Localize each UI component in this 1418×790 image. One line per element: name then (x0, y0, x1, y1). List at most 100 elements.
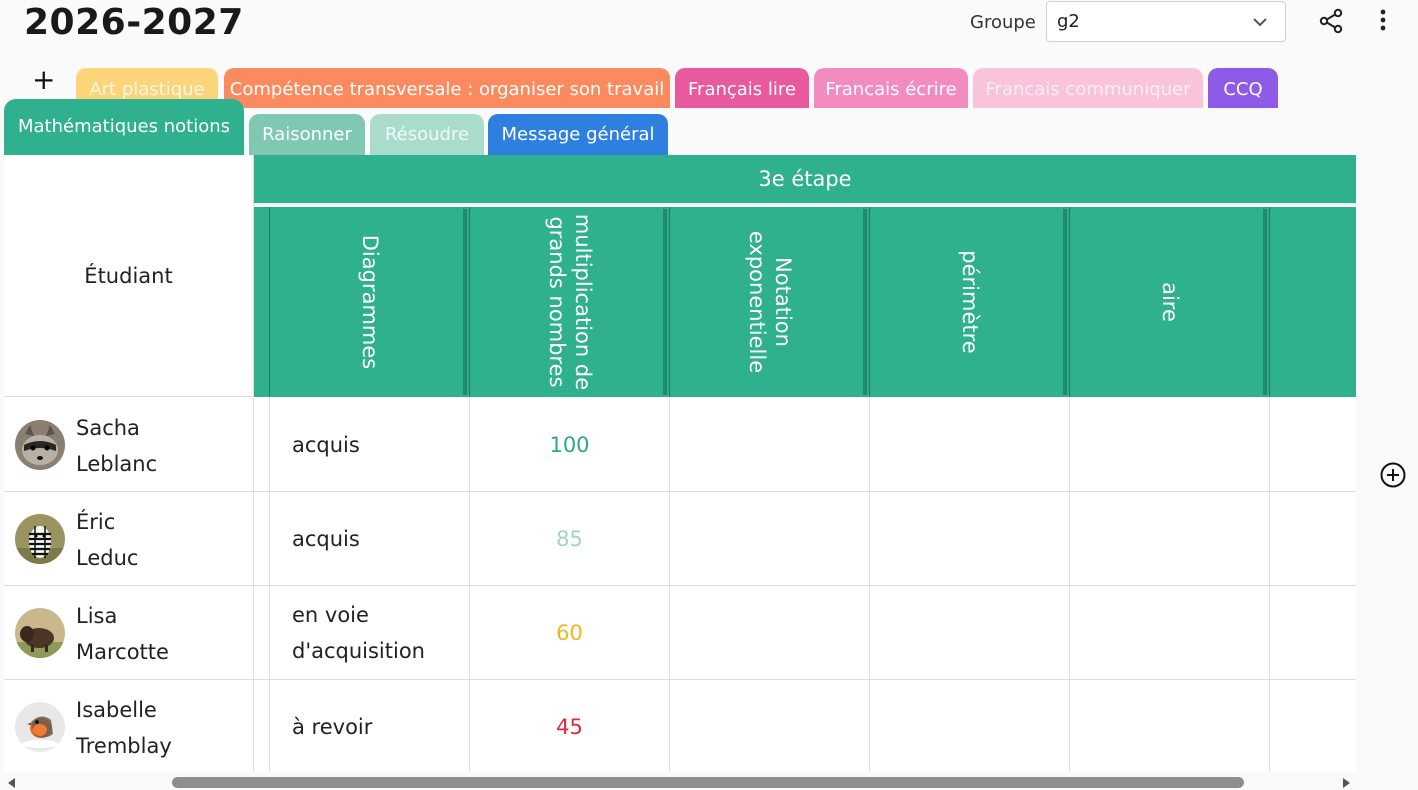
grade-cell-perimetre[interactable] (870, 492, 1070, 586)
add-tab-button[interactable]: + (32, 66, 55, 94)
grade-level-text: acquis (292, 433, 360, 457)
grade-score: 45 (556, 715, 583, 739)
scroll-left-arrow-icon[interactable] (8, 778, 15, 788)
column-header-label: aire (1157, 282, 1182, 322)
student-last-name: Marcotte (76, 640, 169, 664)
avatar (15, 420, 65, 470)
student-last-name: Leduc (76, 546, 139, 570)
scrollbar-thumb[interactable] (172, 777, 1244, 788)
column-resize-handle[interactable] (863, 209, 867, 395)
scroll-right-arrow-icon[interactable] (1343, 778, 1350, 788)
avatar (15, 514, 65, 564)
grade-cell-overflow[interactable] (1270, 398, 1356, 492)
table-row: Éric Leduc acquis 85 (4, 492, 1356, 586)
tab-resoudre[interactable]: Résoudre (370, 114, 484, 155)
spacer-cell (254, 586, 270, 680)
grade-score: 60 (556, 621, 583, 645)
grade-cell-multiplication[interactable]: 100 (470, 398, 670, 492)
student-column-header: Étudiant (4, 155, 254, 397)
tab-francais-lire[interactable]: Français lire (675, 68, 809, 108)
grade-cell-overflow[interactable] (1270, 586, 1356, 680)
grade-cell-diagrammes[interactable]: acquis (270, 492, 470, 586)
grade-cell-multiplication[interactable]: 85 (470, 492, 670, 586)
spacer-cell (254, 680, 270, 772)
student-last-name: Tremblay (76, 734, 172, 758)
more-vertical-icon[interactable] (1374, 8, 1392, 34)
table-row: Sacha Leblanc acquis 100 (4, 398, 1356, 492)
gradebook-page: 2026-2027 Groupe g2 + Art plastique Comp… (0, 0, 1418, 790)
grade-cell-overflow[interactable] (1270, 680, 1356, 772)
tab-raisonner[interactable]: Raisonner (249, 114, 365, 155)
grade-cell-aire[interactable] (1070, 492, 1270, 586)
student-first-name: Isabelle (76, 698, 157, 722)
chevron-down-icon (1253, 18, 1267, 27)
grade-level-text: acquis (292, 527, 360, 551)
grade-cell-perimetre[interactable] (870, 398, 1070, 492)
student-first-name: Lisa (76, 604, 118, 628)
grade-cell-notation[interactable] (670, 492, 870, 586)
grade-level-text: à revoir (292, 715, 373, 739)
student-first-name: Éric (76, 510, 116, 534)
column-header-aire[interactable]: aire (1070, 207, 1270, 397)
horizontal-scrollbar[interactable] (4, 774, 1356, 790)
student-cell[interactable]: Éric Leduc (4, 492, 254, 586)
school-year-title: 2026-2027 (24, 2, 244, 43)
grade-cell-overflow[interactable] (1270, 492, 1356, 586)
grade-cell-multiplication[interactable]: 60 (470, 586, 670, 680)
grade-cell-notation[interactable] (670, 398, 870, 492)
tab-competence-transversale[interactable]: Compétence transversale : organiser son … (224, 68, 670, 108)
table-row: Lisa Marcotte en voie d'acquisition 60 (4, 586, 1356, 680)
stage-header: 3e étape (254, 155, 1356, 205)
group-select-value: g2 (1057, 11, 1080, 32)
group-label: Groupe (970, 12, 1036, 33)
column-header-spacer (254, 207, 270, 397)
group-select[interactable]: g2 (1046, 1, 1286, 42)
column-header-notation[interactable]: Notation exponentielle (670, 207, 870, 397)
grade-cell-perimetre[interactable] (870, 586, 1070, 680)
column-header-multiplication[interactable]: multiplication de grands nombres (470, 207, 670, 397)
student-cell[interactable]: Sacha Leblanc (4, 398, 254, 492)
grade-cell-notation[interactable] (670, 586, 870, 680)
grade-score: 100 (549, 433, 590, 457)
grade-cell-multiplication[interactable]: 45 (470, 680, 670, 772)
tab-francais-ecrire[interactable]: Francais écrire (814, 68, 968, 108)
grade-cell-diagrammes[interactable]: en voie d'acquisition (270, 586, 470, 680)
student-cell[interactable]: Lisa Marcotte (4, 586, 254, 680)
grade-cell-notation[interactable] (670, 680, 870, 772)
grade-level-text: d'acquisition (292, 639, 425, 663)
column-header-diagrammes[interactable]: Diagrammes (270, 207, 470, 397)
spacer-cell (254, 398, 270, 492)
share-icon[interactable] (1318, 8, 1344, 34)
grade-level-text: en voie (292, 603, 369, 627)
grade-cell-perimetre[interactable] (870, 680, 1070, 772)
column-resize-handle[interactable] (663, 209, 667, 395)
spacer-cell (254, 492, 270, 586)
column-header-label: Diagrammes (357, 234, 382, 370)
tab-mathematiques-notions[interactable]: Mathématiques notions (4, 99, 244, 155)
grades-table: Étudiant 3e étape Diagrammes multiplicat… (4, 155, 1356, 772)
student-last-name: Leblanc (76, 452, 158, 476)
column-header-label: Notation exponentielle (744, 230, 795, 374)
tab-ccq[interactable]: CCQ (1208, 68, 1278, 108)
column-resize-handle[interactable] (463, 209, 467, 395)
column-header-label: multiplication de grands nombres (544, 213, 595, 391)
column-header-label: périmètre (957, 250, 982, 354)
column-resize-handle[interactable] (1263, 209, 1267, 395)
column-header-perimetre[interactable]: périmètre (870, 207, 1070, 397)
grade-cell-diagrammes[interactable]: à revoir (270, 680, 470, 772)
grade-score: 85 (556, 527, 583, 551)
grade-cell-aire[interactable] (1070, 398, 1270, 492)
table-row: Isabelle Tremblay à revoir 45 (4, 680, 1356, 772)
tab-francais-communiquer[interactable]: Francais communiquer (973, 68, 1203, 108)
student-first-name: Sacha (76, 416, 140, 440)
column-resize-handle[interactable] (1063, 209, 1067, 395)
student-cell[interactable]: Isabelle Tremblay (4, 680, 254, 772)
column-header-overflow (1270, 207, 1356, 397)
avatar (15, 608, 65, 658)
avatar (15, 702, 65, 752)
grade-cell-diagrammes[interactable]: acquis (270, 398, 470, 492)
tab-message-general[interactable]: Message général (488, 114, 668, 155)
plus-circle-icon[interactable] (1379, 461, 1407, 489)
grade-cell-aire[interactable] (1070, 586, 1270, 680)
grade-cell-aire[interactable] (1070, 680, 1270, 772)
